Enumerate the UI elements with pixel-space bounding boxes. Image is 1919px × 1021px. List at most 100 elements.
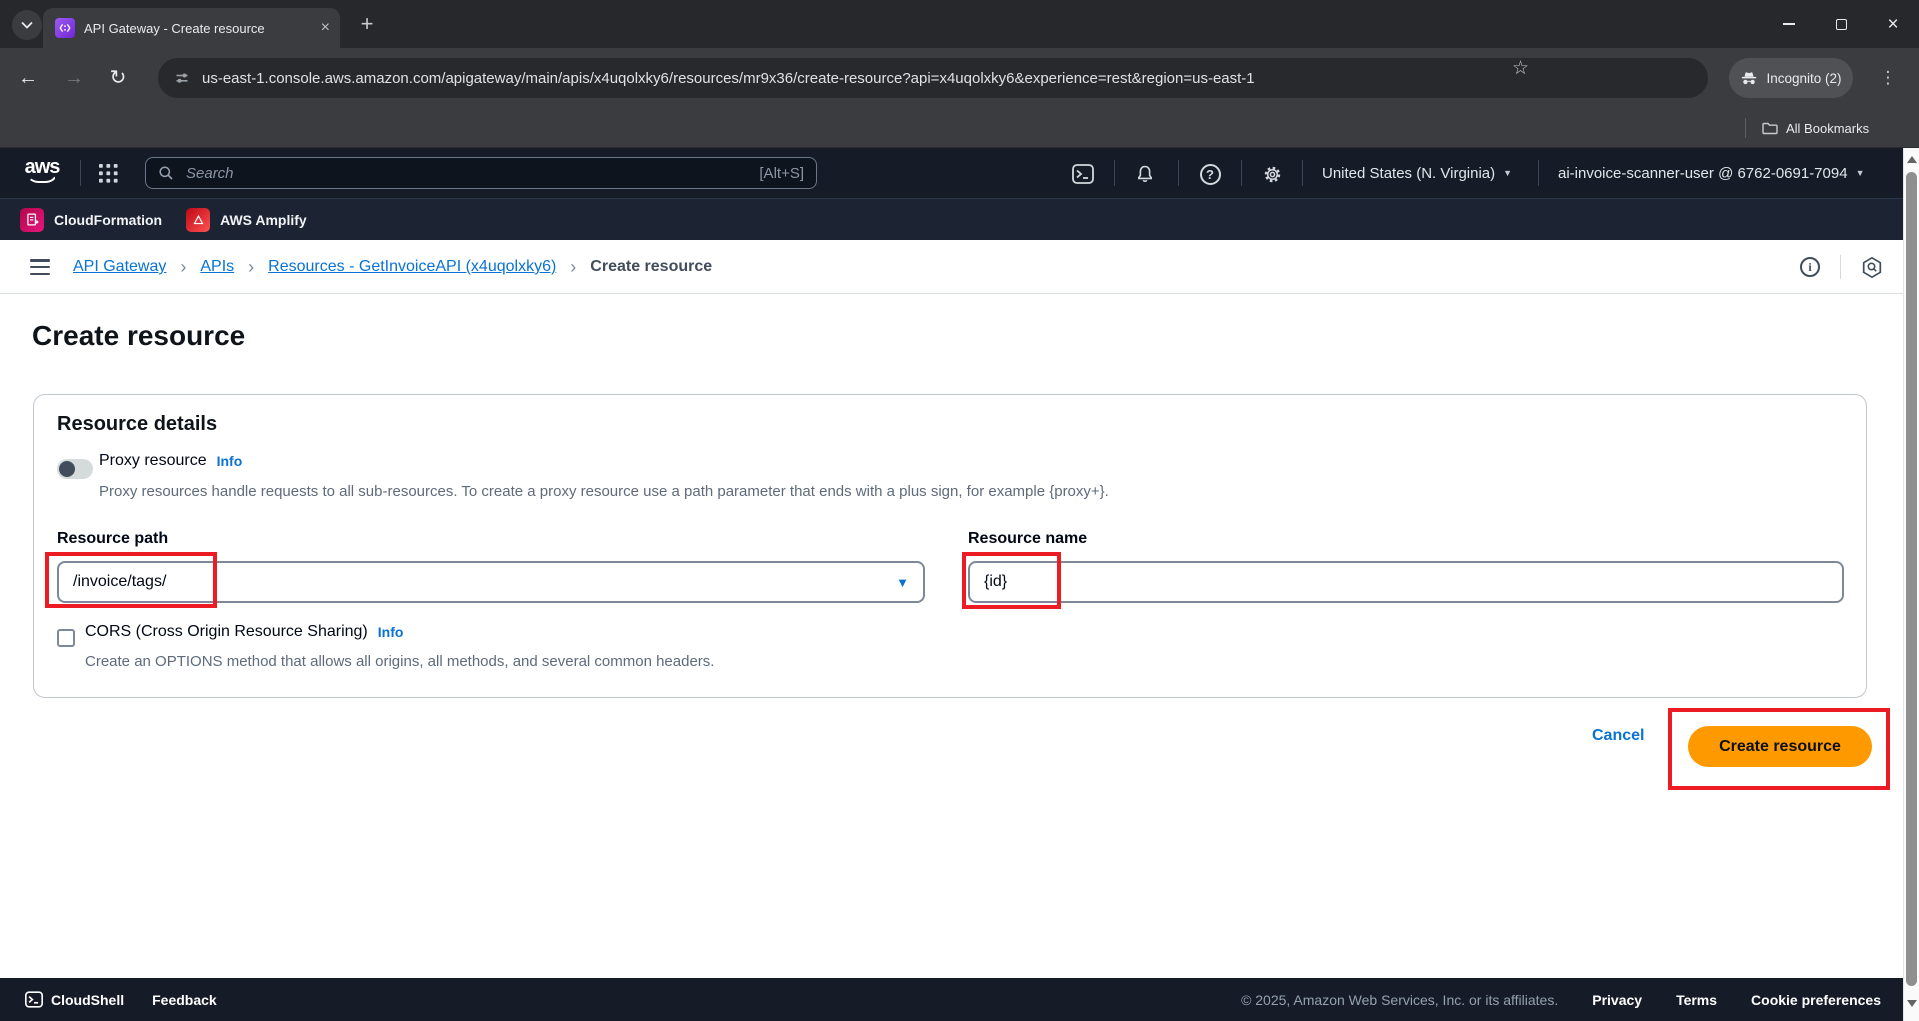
folder-icon [1762, 122, 1778, 135]
nav-divider [80, 160, 81, 186]
services-grid-icon[interactable] [99, 164, 118, 183]
incognito-icon [1740, 71, 1758, 86]
search-icon [158, 165, 174, 181]
browser-tab[interactable]: API Gateway - Create resource × [43, 8, 340, 48]
address-bar[interactable]: us-east-1.console.aws.amazon.com/apigate… [158, 58, 1708, 98]
cancel-button[interactable]: Cancel [1592, 727, 1644, 745]
account-menu[interactable]: ai-invoice-scanner-user @ 6762-0691-7094… [1558, 148, 1864, 198]
cors-checkbox[interactable] [57, 629, 75, 647]
api-gateway-favicon-icon [55, 18, 75, 38]
cors-row: CORS (Cross Origin Resource Sharing) Inf… [85, 623, 403, 641]
scrollbar-down-arrow[interactable] [1907, 1000, 1917, 1007]
terms-link[interactable]: Terms [1676, 992, 1717, 1008]
footer-cloudshell-button[interactable]: CloudShell [25, 991, 124, 1008]
chevron-down-icon: ▼ [1503, 168, 1513, 178]
section-title: Resource details [57, 413, 218, 435]
footer-feedback-button[interactable]: Feedback [152, 992, 217, 1008]
browser-menu-button[interactable]: ⋮ [1876, 66, 1900, 90]
aws-amplify-icon [186, 207, 211, 232]
close-icon: × [1887, 13, 1899, 35]
bookmark-star-icon[interactable]: ☆ [1512, 48, 1529, 88]
page-scrollbar[interactable] [1903, 148, 1919, 1021]
bookmarks-bar: All Bookmarks [0, 108, 1919, 148]
breadcrumb-current: Create resource [590, 258, 713, 275]
question-glyph: ? [1206, 166, 1214, 182]
resource-name-label: Resource name [968, 530, 1088, 547]
all-bookmarks-button[interactable]: All Bookmarks [1762, 108, 1869, 148]
window-minimize-button[interactable] [1763, 0, 1815, 48]
tab-search-button[interactable] [12, 10, 42, 40]
forward-button[interactable]: → [62, 66, 86, 90]
resource-path-label: Resource path [57, 530, 169, 547]
breadcrumb-tools: i [1800, 240, 1883, 294]
nav-divider [1302, 160, 1303, 186]
cors-label: CORS (Cross Origin Resource Sharing) [85, 623, 368, 640]
favorite-cloudformation[interactable]: CloudFormation [20, 207, 163, 232]
cloudshell-terminal-icon[interactable] [1071, 162, 1095, 186]
help-icon[interactable]: ? [1198, 162, 1222, 186]
proxy-resource-row: Proxy resource Info [99, 452, 242, 470]
proxy-resource-toggle[interactable] [57, 459, 93, 479]
aws-search-box[interactable]: [Alt+S] [145, 157, 817, 189]
search-shortcut: [Alt+S] [759, 164, 804, 182]
breadcrumb-separator-icon: › [570, 256, 577, 277]
aws-logo-text: aws [24, 156, 61, 178]
aws-top-nav: aws [Alt+S] [0, 148, 1919, 198]
info-panel-icon[interactable]: i [1800, 257, 1820, 277]
amazon-q-hexagon-icon[interactable] [1861, 256, 1883, 279]
feedback-label: Feedback [152, 991, 217, 1008]
chrome-tab-strip: API Gateway - Create resource × + × [0, 0, 1919, 48]
new-tab-button[interactable]: + [354, 12, 380, 38]
proxy-resource-description: Proxy resources handle requests to all s… [99, 483, 1109, 500]
chrome-toolbar: ← → ↻ us-east-1.console.aws.amazon.com/a… [0, 48, 1919, 108]
resource-name-input[interactable] [968, 561, 1844, 603]
proxy-info-link[interactable]: Info [217, 453, 243, 469]
copyright-text: © 2025, Amazon Web Services, Inc. or its… [1241, 991, 1559, 1008]
select-caret-icon: ▼ [896, 574, 909, 590]
page-title: Create resource [32, 320, 246, 351]
footer-right: © 2025, Amazon Web Services, Inc. or its… [1241, 992, 1881, 1008]
scrollbar-up-arrow[interactable] [1907, 156, 1917, 163]
nav-divider [1538, 160, 1539, 186]
maximize-icon [1835, 18, 1847, 30]
bookmarks-divider [1745, 118, 1746, 138]
window-maximize-button[interactable] [1815, 0, 1867, 48]
resource-path-value: /invoice/tags/ [73, 573, 167, 590]
breadcrumb-api-gateway[interactable]: API Gateway [73, 258, 166, 276]
site-info-icon[interactable] [174, 70, 190, 86]
reload-button[interactable]: ↻ [106, 66, 130, 90]
chevron-down-icon [21, 21, 33, 29]
resource-path-select[interactable]: /invoice/tags/ ▼ [57, 561, 925, 603]
create-resource-button[interactable]: Create resource [1688, 726, 1872, 767]
breadcrumb-resources[interactable]: Resources - GetInvoiceAPI (x4uqolxky6) [268, 258, 556, 276]
window-close-button[interactable]: × [1867, 0, 1919, 48]
url-text: us-east-1.console.aws.amazon.com/apigate… [202, 69, 1255, 87]
cookie-preferences-link[interactable]: Cookie preferences [1751, 992, 1881, 1008]
region-selector[interactable]: United States (N. Virginia) ▼ [1322, 148, 1512, 198]
window-controls: × [1763, 0, 1919, 48]
aws-logo[interactable]: aws [24, 157, 60, 189]
incognito-badge[interactable]: Incognito (2) [1729, 58, 1853, 98]
privacy-link[interactable]: Privacy [1592, 992, 1642, 1008]
notifications-bell-icon[interactable] [1133, 162, 1157, 186]
scrollbar-thumb[interactable] [1906, 172, 1917, 986]
favorite-label: AWS Amplify [220, 211, 307, 228]
favorite-label: CloudFormation [54, 211, 163, 228]
nav-divider [1178, 160, 1179, 186]
settings-gear-icon[interactable] [1260, 162, 1284, 186]
nav-divider [1114, 160, 1115, 186]
screen: API Gateway - Create resource × + × ← → … [0, 0, 1919, 1021]
cors-info-link[interactable]: Info [378, 624, 404, 640]
tab-title: API Gateway - Create resource [84, 20, 265, 36]
hamburger-menu-icon[interactable] [30, 259, 50, 275]
search-input[interactable] [184, 163, 752, 183]
breadcrumb-separator-icon: › [180, 256, 187, 277]
nav-divider [1241, 160, 1242, 186]
breadcrumb-apis[interactable]: APIs [200, 258, 234, 276]
back-button[interactable]: ← [16, 66, 40, 90]
cloudshell-label: CloudShell [51, 991, 125, 1008]
tab-close-icon[interactable]: × [321, 20, 330, 36]
favorite-aws-amplify[interactable]: AWS Amplify [186, 207, 307, 232]
all-bookmarks-label: All Bookmarks [1786, 120, 1870, 136]
incognito-label: Incognito (2) [1766, 70, 1842, 86]
